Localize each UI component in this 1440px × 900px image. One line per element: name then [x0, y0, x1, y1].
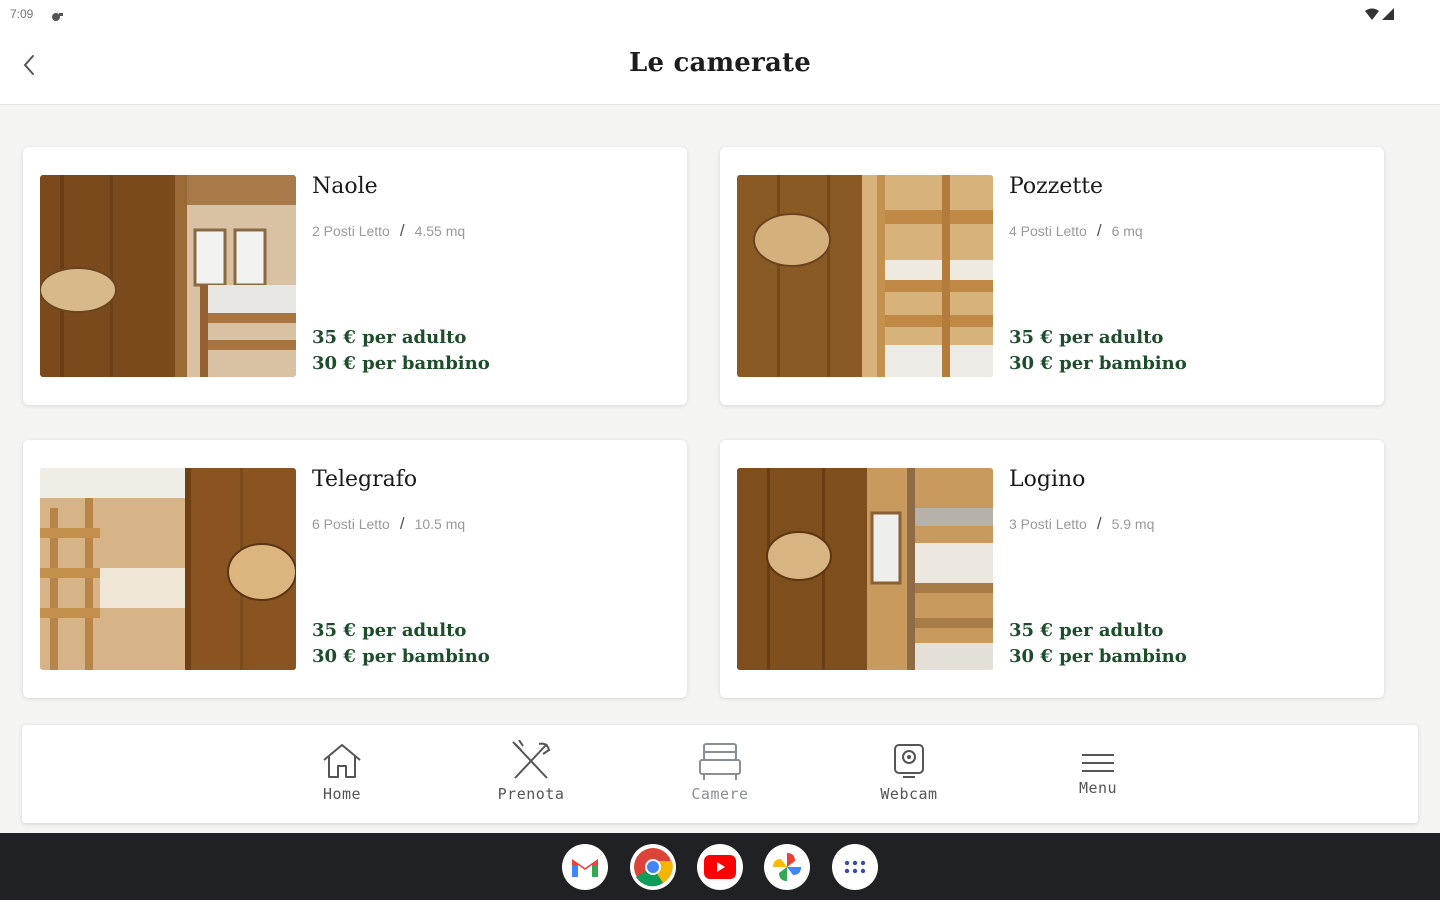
meta-separator: / — [399, 514, 405, 533]
app-drawer-icon[interactable] — [832, 844, 878, 890]
room-name: Logino — [1009, 467, 1086, 492]
meta-separator: / — [399, 221, 405, 240]
room-beds: 6 Posti Letto — [312, 516, 390, 532]
room-area: 6 mq — [1111, 223, 1143, 239]
room-area: 5.9 mq — [1111, 516, 1155, 532]
wifi-icon — [1365, 8, 1379, 20]
room-beds: 3 Posti Letto — [1009, 516, 1087, 532]
nav-item-webcam[interactable]: Webcam — [854, 737, 964, 815]
system-status-icons — [1365, 8, 1394, 20]
room-area: 10.5 mq — [414, 516, 466, 532]
nav-label: Webcam — [880, 785, 938, 803]
chrome-icon[interactable] — [630, 844, 676, 890]
price-adult: 35 € per adulto — [312, 620, 467, 641]
nav-label: Home — [322, 785, 362, 803]
signal-icon — [1382, 8, 1394, 20]
nav-item-prenota[interactable]: Prenota — [476, 737, 586, 815]
room-card-telegrafo[interactable]: Telegrafo 6 Posti Letto / 10.5 mq 35 € p… — [23, 440, 687, 698]
nav-item-home[interactable]: Home — [287, 737, 397, 815]
price-adult: 35 € per adulto — [312, 327, 467, 348]
status-time: 7:09 — [10, 7, 34, 21]
notification-icon — [50, 8, 64, 27]
page-title: Le camerate — [629, 48, 811, 78]
room-meta: 3 Posti Letto / 5.9 mq — [1009, 514, 1154, 534]
nav-item-menu[interactable]: Menu — [1043, 737, 1153, 815]
room-card-pozzette[interactable]: Pozzette 4 Posti Letto / 6 mq 35 € per a… — [720, 147, 1384, 405]
room-photo — [40, 175, 296, 377]
room-name: Naole — [312, 174, 378, 199]
room-beds: 2 Posti Letto — [312, 223, 390, 239]
room-photo — [40, 468, 296, 670]
status-bar: 7:09 — [0, 0, 1440, 28]
app-bar: Le camerate — [0, 28, 1440, 105]
nav-item-camere[interactable]: Camere — [665, 737, 775, 815]
price-child: 30 € per bambino — [312, 646, 490, 667]
price-child: 30 € per bambino — [1009, 353, 1187, 374]
system-taskbar — [0, 833, 1440, 900]
price-child: 30 € per bambino — [1009, 646, 1187, 667]
room-name: Pozzette — [1009, 174, 1104, 199]
room-meta: 4 Posti Letto / 6 mq — [1009, 221, 1143, 241]
meta-separator: / — [1096, 514, 1102, 533]
room-beds: 4 Posti Letto — [1009, 223, 1087, 239]
room-photo — [737, 175, 993, 377]
webcam-icon — [854, 737, 964, 785]
room-name: Telegrafo — [312, 467, 418, 492]
meta-separator: / — [1096, 221, 1102, 240]
gmail-icon[interactable] — [562, 844, 608, 890]
cutlery-icon — [476, 737, 586, 785]
bed-icon — [665, 737, 775, 785]
photos-icon[interactable] — [764, 844, 810, 890]
nav-label: Menu — [1078, 779, 1118, 797]
youtube-icon[interactable] — [697, 844, 743, 890]
nav-label: Prenota — [497, 785, 565, 803]
price-adult: 35 € per adulto — [1009, 327, 1164, 348]
home-icon — [287, 737, 397, 785]
room-meta: 6 Posti Letto / 10.5 mq — [312, 514, 465, 534]
room-card-naole[interactable]: Naole 2 Posti Letto / 4.55 mq 35 € per a… — [23, 147, 687, 405]
price-adult: 35 € per adulto — [1009, 620, 1164, 641]
room-card-logino[interactable]: Logino 3 Posti Letto / 5.9 mq 35 € per a… — [720, 440, 1384, 698]
bottom-navigation: Home Prenota Camere Webcam Menu — [22, 725, 1418, 823]
price-child: 30 € per bambino — [312, 353, 490, 374]
room-meta: 2 Posti Letto / 4.55 mq — [312, 221, 465, 241]
room-photo — [737, 468, 993, 670]
nav-label: Camere — [691, 785, 749, 803]
hamburger-menu-icon — [1043, 737, 1153, 785]
room-area: 4.55 mq — [414, 223, 466, 239]
